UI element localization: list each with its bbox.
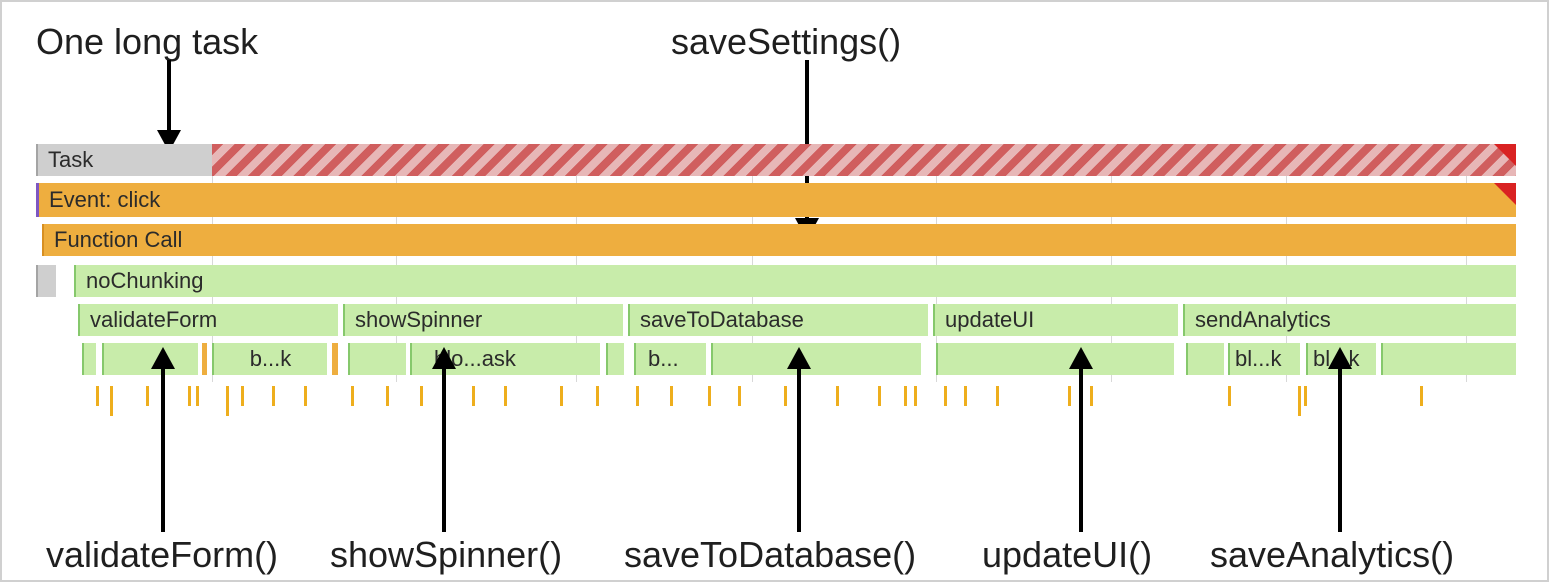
- row-task: Task: [36, 144, 1516, 176]
- arrow-up-icon: [784, 347, 814, 532]
- annotation-validate-form: validateForm(): [46, 537, 278, 573]
- call-update-ui: updateUI: [933, 304, 1178, 336]
- flame-chart: Task Event: click Function Call noChunki…: [36, 144, 1516, 382]
- arrow-up-icon: [1066, 347, 1096, 532]
- micro-bar: [936, 343, 1174, 375]
- arrow-up-icon: [429, 347, 459, 532]
- task-hatch-overlay: [212, 144, 1516, 176]
- annotation-save-analytics: saveAnalytics(): [1210, 537, 1454, 573]
- call-label: validateForm: [90, 307, 217, 333]
- micro-bar: [82, 343, 96, 375]
- row-nochunking: noChunking: [36, 265, 1516, 297]
- function-call-bar: Function Call: [42, 224, 1516, 256]
- micro-bar: [348, 343, 406, 375]
- call-label: sendAnalytics: [1195, 307, 1331, 333]
- tiny-gray-bar: [36, 265, 56, 297]
- arrow-up-icon: [148, 347, 178, 532]
- nochunking-bar: noChunking: [74, 265, 1516, 297]
- arrow-down-icon: [154, 60, 184, 156]
- arrow-up-icon: [1325, 347, 1355, 532]
- micro-bar: [711, 343, 921, 375]
- call-show-spinner: showSpinner: [343, 304, 623, 336]
- micro-label: b...: [648, 346, 679, 372]
- annotation-show-spinner: showSpinner(): [330, 537, 562, 573]
- task-label: Task: [48, 147, 93, 173]
- micro-bar: [1381, 343, 1516, 375]
- call-label: updateUI: [945, 307, 1034, 333]
- micro-label: bl...k: [1235, 346, 1281, 372]
- annotation-update-ui: updateUI(): [982, 537, 1152, 573]
- call-save-to-db: saveToDatabase: [628, 304, 928, 336]
- call-validate-form: validateForm: [78, 304, 338, 336]
- long-task-flag-icon: [1494, 144, 1516, 166]
- micro-b: b...: [634, 343, 706, 375]
- micro-tick: [332, 343, 338, 375]
- call-send-analytics: sendAnalytics: [1183, 304, 1516, 336]
- nochunking-label: noChunking: [86, 268, 203, 294]
- row-micro: b...k blo...ask b... bl...k bl...k: [36, 343, 1516, 375]
- tick-marks: [36, 386, 1516, 420]
- diagram-frame: One long task saveSettings() Task: [0, 0, 1549, 582]
- annotation-one-long-task: One long task: [36, 24, 258, 60]
- micro-tick: [202, 343, 207, 375]
- annotation-save-settings: saveSettings(): [671, 24, 901, 60]
- row-calls: validateForm showSpinner saveToDatabase …: [36, 304, 1516, 336]
- micro-bar: [1186, 343, 1224, 375]
- event-bar: Event: click: [36, 183, 1516, 217]
- micro-label: b...k: [250, 346, 292, 372]
- micro-bar: [606, 343, 624, 375]
- row-function-call: Function Call: [36, 224, 1516, 256]
- annotation-save-to-db: saveToDatabase(): [624, 537, 916, 573]
- call-label: saveToDatabase: [640, 307, 804, 333]
- call-label: showSpinner: [355, 307, 482, 333]
- long-task-flag-icon: [1494, 183, 1516, 205]
- row-event: Event: click: [36, 183, 1516, 217]
- event-label: Event: click: [49, 187, 160, 213]
- micro-bk: b...k: [212, 343, 327, 375]
- micro-blk1: bl...k: [1228, 343, 1300, 375]
- function-call-label: Function Call: [54, 227, 182, 253]
